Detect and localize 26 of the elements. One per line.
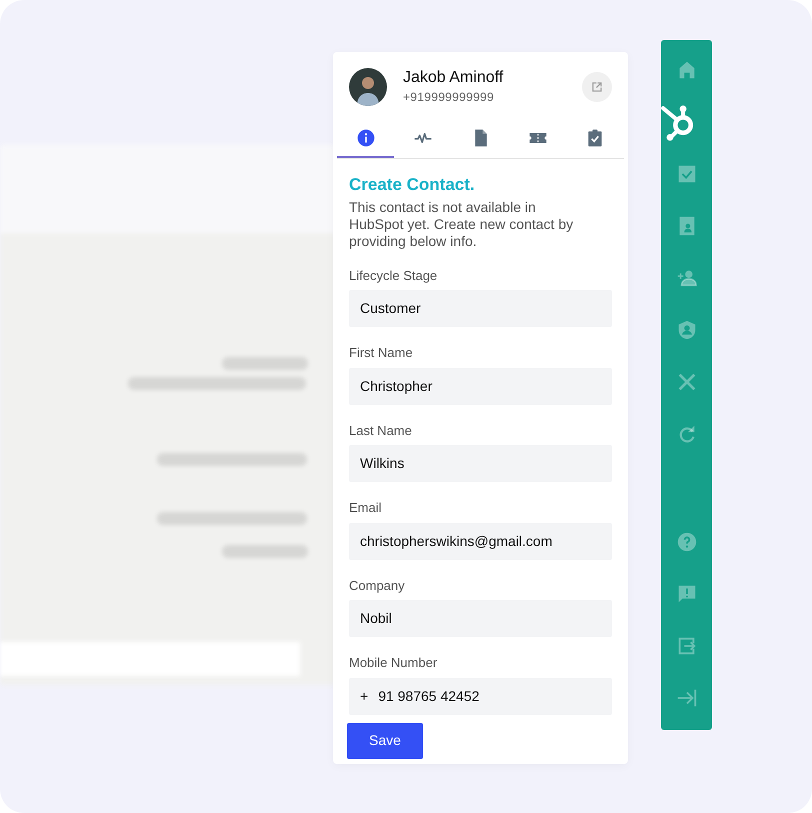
feedback-icon — [676, 583, 698, 605]
phone-number-value: 91 98765 42452 — [378, 686, 480, 706]
input-field[interactable]: Customer — [349, 290, 612, 328]
phone-prefix: + — [360, 686, 368, 706]
save-button[interactable]: Save — [347, 722, 423, 759]
contact-name: Jakob Aminoff — [403, 68, 504, 88]
collapse-right-icon — [676, 687, 698, 709]
external-link-icon — [590, 80, 604, 94]
input-field[interactable]: Nobil — [349, 600, 612, 638]
input-field[interactable]: Wilkins — [349, 445, 612, 482]
field-label: Last Name — [349, 422, 413, 440]
form-description: This contact is not available in HubSpot yet. Create new contact by providing below info. — [349, 199, 574, 250]
open-external-button[interactable] — [582, 72, 612, 102]
field-label: First Name — [349, 344, 414, 362]
contact-phone: +919999999999 — [403, 88, 495, 106]
field-label: Company — [349, 576, 406, 595]
avatar — [349, 68, 387, 106]
field-label: Email — [349, 499, 383, 518]
input-field[interactable]: + 91 98765 42452 — [349, 678, 612, 715]
form-title: Create Contact. — [349, 175, 476, 196]
info-icon — [356, 128, 376, 148]
field-label: Mobile Number — [349, 654, 438, 672]
help-icon — [676, 531, 698, 553]
input-field[interactable]: christopherswikins@gmail.com — [349, 522, 612, 560]
input-field[interactable]: Christopher — [349, 368, 612, 405]
field-label: Lifecycle Stage — [349, 266, 438, 285]
